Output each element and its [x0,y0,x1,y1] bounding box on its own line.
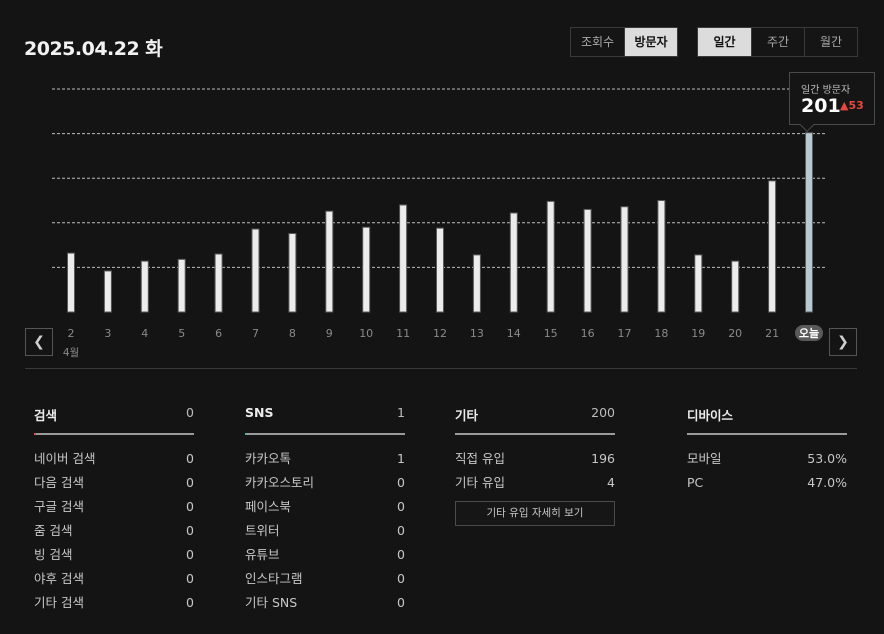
x-tick-label: 18 [654,327,668,340]
chart-bar [805,132,813,313]
stats-search-total: 0 [186,405,194,420]
list-item: 야후 검색 0 [34,571,194,586]
stats-search-title: 검색 [34,408,58,423]
x-tick-label: 15 [544,327,558,340]
x-tick-label: 6 [215,327,222,340]
tooltip-label: 일간 방문자 [801,85,851,96]
stats-device: 디바이스 모바일 53.0% PC 47.0% [687,405,847,495]
x-tick-label: 20 [728,327,742,340]
x-tick-label: 11 [396,327,410,340]
x-tick-label: 오늘 [799,327,819,340]
chart-bar [67,252,75,313]
x-tick-label: 21 [765,327,779,340]
stats-other-rows: 직접 유입 196 기타 유입 4 [455,447,615,495]
list-item: 다음 검색 0 [34,475,194,490]
x-tick-label: 3 [104,327,111,340]
stats-sns-rows: 카카오톡 1 카카오스토리 0 페이스북 0 트위터 0 유튜브 0 인스타그램 0 기타 … [245,447,405,615]
stats-search: 검색 0 네이버 검색 0 다음 검색 0 구글 검색 0 줌 검색 0 빙 검색 0 야… [34,405,194,615]
stats-other-total: 200 [591,405,615,420]
x-tick-label: 19 [691,327,705,340]
chart-bar [472,254,481,313]
list-item: 모바일 53.0% [687,451,847,466]
stats-search-rows: 네이버 검색 0 다음 검색 0 구글 검색 0 줌 검색 0 빙 검색 0 야후 검색 0… [34,447,194,615]
chevron-left-icon: ❮ [33,334,45,350]
stats-search-underline [34,433,194,435]
chart-bar [251,228,260,313]
list-item: 페이스북 0 [245,499,405,514]
stats-other: 기타 200 직접 유입 196 기타 유입 4 기타 유입 자세히 보기 [455,405,615,526]
stats-sns-total: 1 [397,405,405,420]
stats-device-title: 디바이스 [687,408,734,423]
tooltip-value: 201 [801,95,841,117]
chart-bar [657,200,666,313]
chart-bar [768,180,777,313]
chart-prev-button[interactable]: ❮ [25,328,53,356]
chart-bar [436,227,444,313]
x-tick-label: 13 [470,327,484,340]
x-tick-label: 7 [252,327,259,340]
x-tick-label: 14 [507,327,521,340]
list-item: 카카오톡 1 [245,451,405,466]
stats-sns-underline [245,433,405,435]
chart-bar [140,260,149,313]
x-tick-label: 5 [178,327,185,340]
chart-bar [288,233,297,313]
list-item: 구글 검색 0 [34,499,194,514]
stats-device-rows: 모바일 53.0% PC 47.0% [687,447,847,495]
list-item: 기타 유입 4 [455,475,615,490]
chart-bar [546,200,555,313]
stats-other-underline [455,433,615,435]
list-item: 기타 검색 0 [34,595,194,610]
chart-bar [103,270,112,313]
x-tick-label: 10 [359,327,373,340]
chart-bar [362,226,371,313]
chevron-right-icon: ❯ [837,334,849,350]
tooltip-delta: ▲53 [840,99,864,112]
list-item: 유튜브 0 [245,547,405,562]
x-tick-label: 17 [618,327,632,340]
list-item: PC 47.0% [687,475,847,490]
x-tick-label: 8 [289,327,296,340]
chart-bar [214,253,223,313]
chart-bar [509,212,518,313]
list-item: 줌 검색 0 [34,523,194,538]
stats-other-title: 기타 [455,408,479,423]
chart-tooltip: 일간 방문자 201 ▲53 [789,72,875,125]
list-item: 트위터 0 [245,523,405,538]
list-item: 인스타그램 0 [245,571,405,586]
list-item: 빙 검색 0 [34,547,194,562]
chart-next-button[interactable]: ❯ [829,328,857,356]
list-item: 카카오스토리 0 [245,475,405,490]
stats-sns: SNS 1 카카오톡 1 카카오스토리 0 페이스북 0 트위터 0 유튜브 0 인스타그… [245,405,405,615]
x-tick-label: 16 [581,327,595,340]
chart-bar [325,210,334,313]
chart-bar [694,254,703,313]
section-divider [25,368,857,369]
stats-device-underline [687,433,847,435]
visitor-bar-chart: 2 3 4 5 6 7 8 9 10 11 12 13 14 15 16 17 18 19 20 21 오늘 4월 [52,88,826,359]
chart-bar [583,208,592,313]
list-item: 직접 유입 196 [455,451,615,466]
x-tick-label: 2 [68,327,75,340]
chart-bar [177,258,186,313]
other-inflow-detail-button[interactable]: 기타 유입 자세히 보기 [455,501,615,526]
chart-bar [399,204,408,313]
tooltip-delta-value: 53 [848,99,864,112]
month-label: 4월 [63,347,79,359]
list-item: 기타 SNS 0 [245,595,405,610]
x-tick-label: 9 [326,327,333,340]
x-tick-label: 4 [141,327,148,340]
list-item: 네이버 검색 0 [34,451,194,466]
chart-bar [731,260,740,313]
x-tick-label: 12 [433,327,447,340]
stats-sns-title: SNS [245,405,274,420]
chart-bar [620,206,629,313]
